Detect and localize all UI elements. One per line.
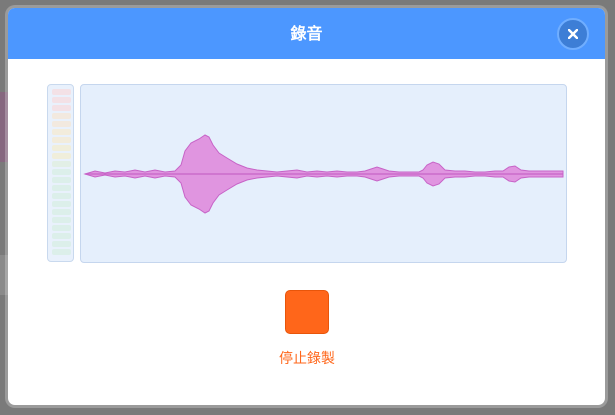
close-icon: [568, 29, 578, 39]
stop-recording-label[interactable]: 停止錄製: [207, 348, 407, 368]
level-meter-bars: [52, 89, 71, 255]
waveform-panel: [80, 84, 567, 263]
input-level-meter: [47, 84, 74, 262]
record-sound-modal: 錄音 停止錄製: [8, 8, 605, 405]
stop-recording-button[interactable]: [285, 290, 329, 334]
waveform: [83, 134, 564, 214]
close-button[interactable]: [557, 18, 589, 50]
modal-header: 錄音: [8, 8, 605, 59]
modal-title: 錄音: [290, 24, 323, 43]
